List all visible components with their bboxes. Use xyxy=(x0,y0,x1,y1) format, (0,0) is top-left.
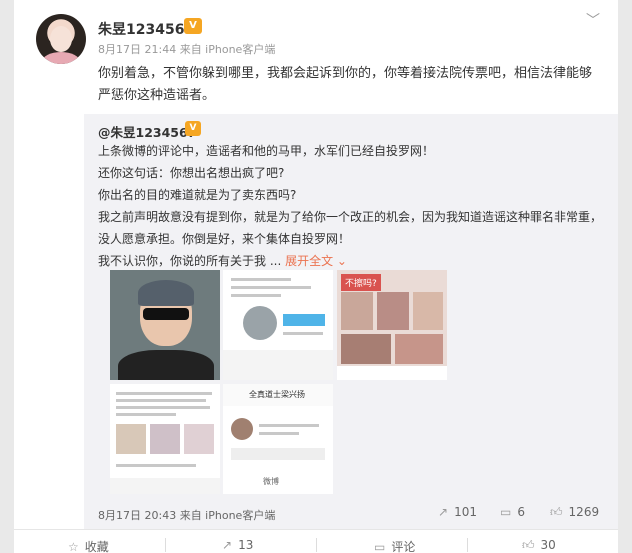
thumb-label: 不擦吗? xyxy=(341,274,381,291)
repost-line: 你出名的目的难道就是为了卖东西吗? xyxy=(98,188,297,202)
thumb-footer xyxy=(337,366,447,380)
like-action-count: 30 xyxy=(540,538,556,552)
repost-line-last: 我不认识你，你说的所有关于我 ... 展开全文 ⌄ xyxy=(98,250,608,272)
thumb-photo xyxy=(341,292,373,330)
action-bar-divider xyxy=(14,529,618,530)
avatar-face xyxy=(50,26,72,52)
repost-share-count[interactable]: ↗ 101 xyxy=(438,505,477,519)
share-button[interactable]: ↗ 13 xyxy=(222,538,253,552)
thumb-man-sunglasses xyxy=(143,308,189,320)
like-count: 1269 xyxy=(568,505,600,519)
weibo-post-card: 朱昱1234567 V 8月17日 21:44 来自 iPhone客户端 ﹀ 你… xyxy=(14,0,618,553)
comment-label: 评论 xyxy=(391,540,416,553)
thumb-avatar xyxy=(231,418,253,440)
thumbs-up-icon: 👍︎ xyxy=(550,505,563,519)
thumb-item-photo xyxy=(243,306,277,340)
thumb-line xyxy=(283,332,323,335)
thumbs-up-icon: 👍︎ xyxy=(522,538,535,552)
repost-box: @朱昱1234567 V 上条微博的评论中，造谣者和他的马甲，水军们已经自投罗网… xyxy=(84,114,618,529)
favorite-button[interactable]: ☆ 收藏 xyxy=(68,538,109,553)
post-username[interactable]: 朱昱1234567 xyxy=(98,19,194,39)
thumb-photo xyxy=(116,424,146,454)
share-icon: ↗ xyxy=(222,538,233,552)
avatar-shirt xyxy=(42,52,80,64)
comment-button[interactable]: ▭ 评论 xyxy=(374,538,415,553)
repost-line: 上条微博的评论中，造谣者和他的马甲，水军们已经自投罗网！ xyxy=(98,144,435,158)
thumb-man-body xyxy=(118,350,214,380)
action-separator xyxy=(165,538,166,552)
thumb-photo xyxy=(377,292,409,330)
repost-vip-badge: V xyxy=(185,121,201,136)
thumbnail-screenshot-1[interactable] xyxy=(223,270,333,380)
thumbnail-screenshot-4[interactable]: 全真道士梁兴扬 微博 xyxy=(223,384,333,494)
repost-like-count[interactable]: 👍︎ 1269 xyxy=(550,505,599,520)
thumb-line xyxy=(116,413,176,416)
post-text: 你别着急，不管你躲到哪里，我都会起诉到你的，你等着接法院传票吧，相信法律能够严惩… xyxy=(98,66,593,103)
action-separator xyxy=(316,538,317,552)
thumb-line xyxy=(116,399,206,402)
comment-icon: ▭ xyxy=(374,540,386,553)
repost-comment-count[interactable]: ▭ 6 xyxy=(500,505,525,519)
repost-line: 我不认识你，你说的所有关于我 ... xyxy=(98,254,282,268)
thumb-photo xyxy=(413,292,443,330)
share-count: 101 xyxy=(454,505,477,519)
thumb-line xyxy=(116,392,212,395)
action-separator xyxy=(467,538,468,552)
like-button[interactable]: 👍︎ 30 xyxy=(522,538,556,553)
chevron-down-icon: ⌄ xyxy=(333,254,347,268)
thumb-line xyxy=(116,406,210,409)
thumb-photo xyxy=(184,424,214,454)
thumb-line xyxy=(259,424,319,427)
share-icon: ↗ xyxy=(438,505,449,519)
thumb-line xyxy=(231,286,311,289)
comment-icon: ▭ xyxy=(500,505,512,519)
thumb-line xyxy=(259,432,299,435)
thumb-blue-label xyxy=(283,314,325,326)
comment-count: 6 xyxy=(517,505,525,519)
thumbnail-screenshot-3[interactable] xyxy=(110,384,220,494)
avatar[interactable] xyxy=(36,14,86,64)
thumb-photo xyxy=(150,424,180,454)
repost-time[interactable]: 8月17日 20:43 来自 iPhone客户端 xyxy=(98,507,275,523)
share-action-count: 13 xyxy=(238,538,254,552)
favorite-label: 收藏 xyxy=(84,540,109,553)
thumb-footer xyxy=(110,478,220,494)
thumb-photo xyxy=(341,334,391,364)
repost-text: 上条微博的评论中，造谣者和他的马甲，水军们已经自投罗网！ 还你这句话：你想出名想… xyxy=(98,140,608,272)
repost-line: 我之前声明故意没有提到你，就是为了给你一个改正的机会，因为我知道造谣这种罪名非常… xyxy=(98,210,603,246)
thumb-line xyxy=(231,278,291,281)
expand-label: 展开全文 xyxy=(285,254,334,268)
repost-line: 还你这句话：你想出名想出疯了吧? xyxy=(98,166,285,180)
thumb-man-hair xyxy=(138,280,194,306)
thumb-bar xyxy=(231,448,325,460)
thumb-line xyxy=(231,294,281,297)
thumb-line xyxy=(116,464,196,467)
vip-badge: V xyxy=(184,18,202,34)
repost-username[interactable]: @朱昱1234567 xyxy=(98,122,196,141)
thumbnail-screenshot-2[interactable]: 不擦吗? xyxy=(337,270,447,380)
thumb-tab: 微博 xyxy=(263,477,279,486)
thumb-footer xyxy=(223,350,333,380)
star-icon: ☆ xyxy=(68,540,79,553)
chevron-down-icon[interactable]: ﹀ xyxy=(586,10,600,30)
thumb-title: 全真道士梁兴扬 xyxy=(249,390,305,399)
expand-link[interactable]: 展开全文 ⌄ xyxy=(285,254,347,268)
thumbnail-photo-man[interactable] xyxy=(110,270,220,380)
post-meta: 8月17日 21:44 来自 iPhone客户端 xyxy=(98,43,276,56)
thumb-photo xyxy=(395,334,443,364)
